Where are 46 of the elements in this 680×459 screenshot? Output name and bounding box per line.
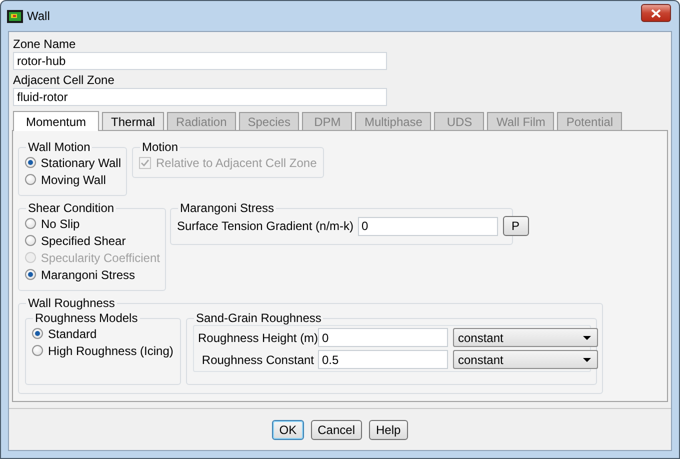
radio-button[interactable] bbox=[25, 157, 36, 168]
app-icon bbox=[7, 10, 23, 22]
group-title: Wall Motion bbox=[27, 140, 92, 154]
dialog-button[interactable]: Help bbox=[369, 420, 408, 440]
radio-label: Stationary Wall bbox=[40, 156, 121, 170]
dropdown[interactable]: constant bbox=[453, 328, 598, 347]
caret-icon bbox=[583, 336, 591, 340]
group-title: Marangoni Stress bbox=[179, 201, 276, 215]
radio-button[interactable] bbox=[32, 345, 43, 356]
radio-label: Standard bbox=[48, 326, 97, 340]
caret-icon bbox=[583, 358, 591, 362]
text-field[interactable]: 0.5 bbox=[318, 350, 448, 369]
dropdown[interactable]: constant bbox=[453, 350, 598, 369]
radio-label: High Roughness (Icing) bbox=[48, 344, 174, 358]
field-label: Roughness Constant bbox=[200, 352, 314, 366]
group-title: Roughness Models bbox=[34, 311, 139, 325]
window-title: Wall bbox=[27, 9, 51, 23]
dialog-button[interactable]: P bbox=[502, 216, 529, 236]
text-field[interactable]: fluid-rotor bbox=[13, 88, 387, 106]
checkbox-label: Relative to Adjacent Cell Zone bbox=[156, 156, 317, 170]
radio-label: Specularity Coefficient bbox=[40, 250, 160, 264]
close-icon bbox=[651, 8, 661, 18]
radio-button[interactable] bbox=[32, 328, 43, 339]
field-label: Adjacent Cell Zone bbox=[13, 72, 114, 88]
radio-label: No Slip bbox=[41, 216, 80, 230]
group-title: Motion bbox=[141, 140, 180, 154]
field-label: Surface Tension Gradient (n/m-k) bbox=[177, 219, 354, 233]
radio-label: Moving Wall bbox=[41, 172, 106, 186]
text-field[interactable]: rotor-hub bbox=[13, 52, 387, 70]
radio-label: Marangoni Stress bbox=[41, 268, 136, 282]
radio-button[interactable] bbox=[25, 269, 36, 280]
dialog-button[interactable]: OK bbox=[272, 420, 304, 440]
tab[interactable]: Thermal bbox=[102, 112, 164, 130]
group-title: Shear Condition bbox=[27, 201, 116, 215]
dialog-button[interactable]: Cancel bbox=[310, 420, 362, 440]
close-button[interactable] bbox=[641, 4, 671, 22]
field-label: Zone Name bbox=[13, 36, 76, 52]
radio-button[interactable] bbox=[25, 218, 36, 229]
radio-button[interactable] bbox=[25, 174, 36, 185]
text-field[interactable]: 0 bbox=[358, 216, 498, 236]
group-title: Wall Roughness bbox=[27, 296, 116, 310]
text-field[interactable]: 0 bbox=[318, 328, 448, 347]
group-title: Sand-Grain Roughness bbox=[195, 311, 322, 325]
tab[interactable]: Momentum bbox=[13, 111, 100, 131]
radio-label: Specified Shear bbox=[41, 234, 126, 248]
radio-button[interactable] bbox=[25, 235, 36, 246]
